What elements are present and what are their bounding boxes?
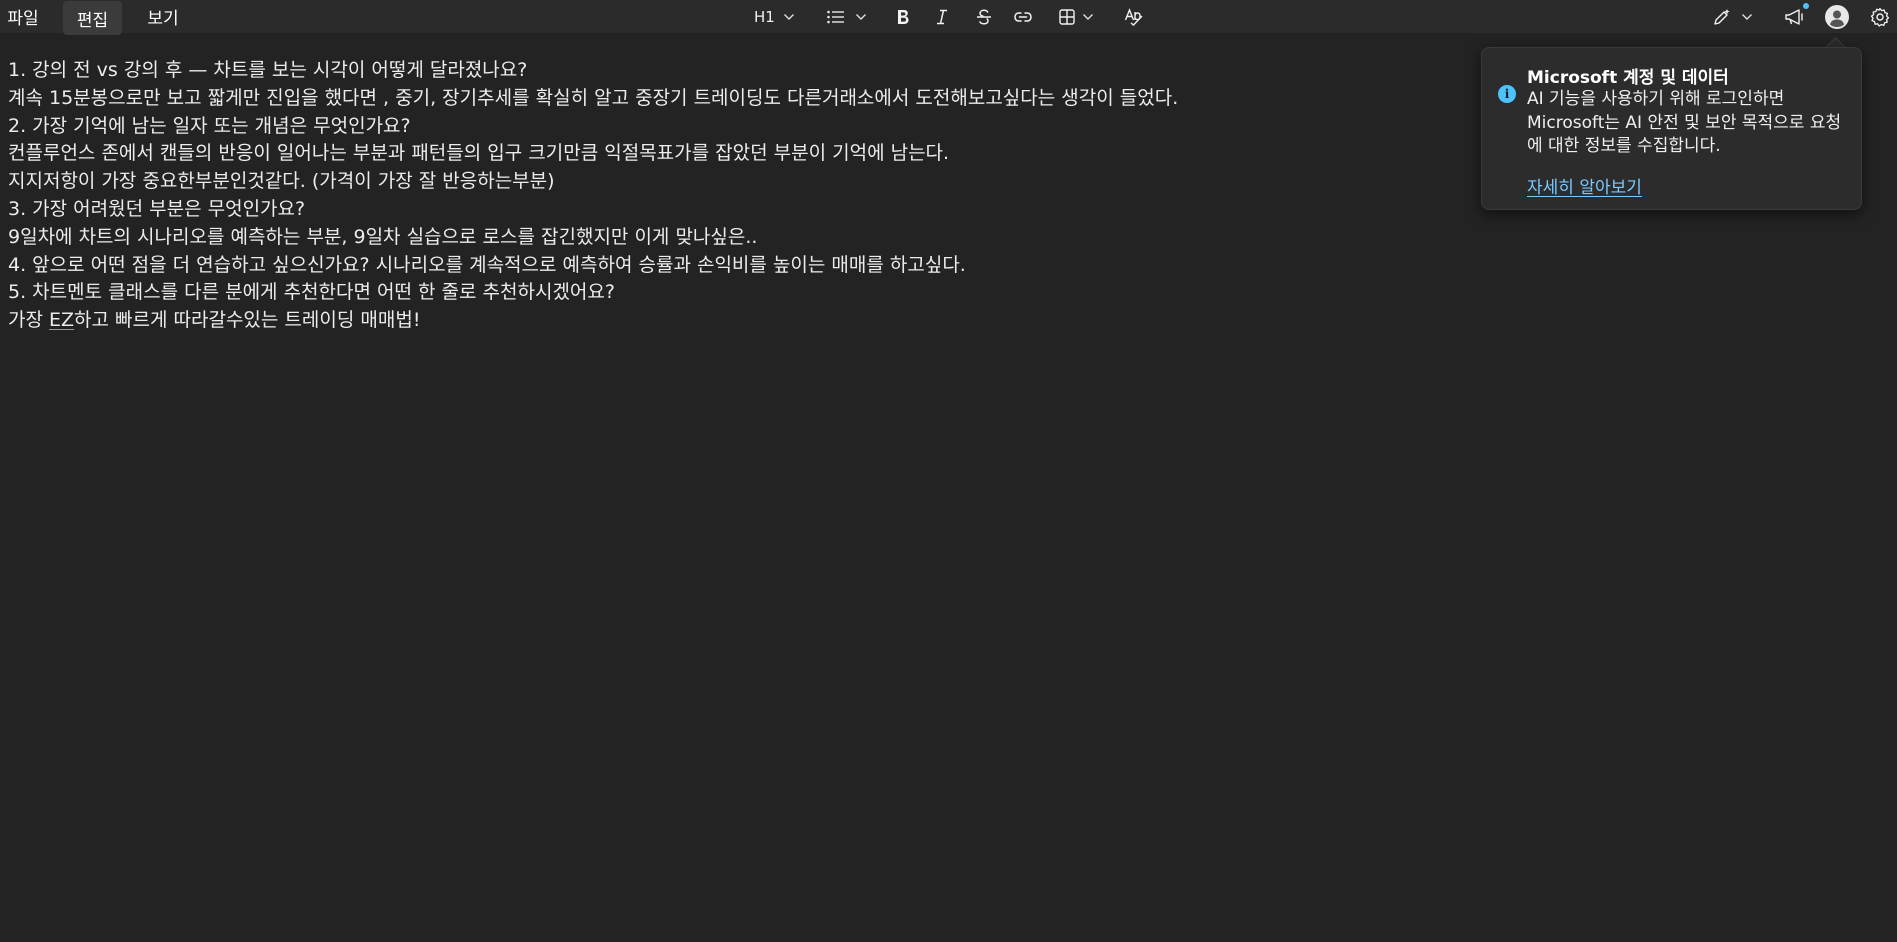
popup-body: AI 기능을 사용하기 위해 로그인하면 Microsoft는 AI 안전 및 … bbox=[1527, 89, 1842, 156]
link-button[interactable] bbox=[1013, 0, 1033, 33]
list-dropdown[interactable] bbox=[826, 0, 868, 33]
info-icon: i bbox=[1498, 85, 1516, 103]
strikethrough-button[interactable] bbox=[975, 0, 993, 33]
strikethrough-icon bbox=[977, 9, 991, 25]
account-button[interactable] bbox=[1825, 0, 1849, 33]
last-line-suffix: 하고 빠르게 따라갈수있는 트레이딩 매매법! bbox=[74, 309, 421, 332]
menu-view[interactable]: 보기 bbox=[137, 0, 189, 33]
document-line: 지지저항이 가장 중요한부분인것같다. (가격이 가장 잘 반응하는부분) bbox=[8, 170, 555, 193]
chevron-down-icon bbox=[783, 13, 794, 20]
document-line: 9일차에 차트의 시나리오를 예측하는 부분, 9일차 실습으로 로스를 잡긴했… bbox=[8, 225, 758, 248]
notification-dot bbox=[1803, 3, 1809, 9]
document-line: 5. 차트멘토 클래스를 다른 분에게 추천한다면 어떤 한 줄로 추천하시겠어… bbox=[8, 281, 615, 304]
document-line-last: 가장 EZ하고 빠르게 따라갈수있는 트레이딩 매매법! bbox=[8, 307, 1448, 335]
italic-icon bbox=[937, 9, 947, 24]
chevron-down-icon bbox=[1742, 13, 1752, 20]
last-line-prefix: 가장 bbox=[8, 309, 49, 332]
account-avatar-icon bbox=[1825, 4, 1849, 29]
settings-icon bbox=[1870, 7, 1890, 27]
list-icon bbox=[827, 10, 844, 23]
copilot-rewrite-dropdown[interactable] bbox=[1712, 0, 1754, 33]
document-line: 3. 가장 어려웠던 부분은 무엇인가요? bbox=[8, 197, 306, 220]
heading-dropdown[interactable]: H1 bbox=[754, 0, 795, 33]
italic-button[interactable] bbox=[934, 0, 950, 33]
document-line: 2. 가장 기억에 남는 일자 또는 개념은 무엇인가요? bbox=[8, 114, 411, 137]
popup-title: Microsoft 계정 및 데이터 bbox=[1527, 68, 1729, 88]
document-line: 4. 앞으로 어떤 점을 더 연습하고 싶으신가요? 시나리오를 계속적으로 예… bbox=[8, 253, 966, 276]
table-icon bbox=[1059, 8, 1075, 25]
bold-button[interactable] bbox=[895, 0, 911, 33]
document-line: 1. 강의 전 vs 강의 후 — 차트를 보는 시각이 어떻게 달라졌나요? bbox=[8, 59, 528, 81]
spellcheck-icon bbox=[1124, 7, 1143, 26]
account-data-popup: i Microsoft 계정 및 데이터 AI 기능을 사용하기 위해 로그인하… bbox=[1481, 47, 1862, 210]
announcement-icon bbox=[1785, 8, 1803, 25]
heading-label: H1 bbox=[754, 7, 775, 26]
learn-more-link[interactable]: 자세히 알아보기 bbox=[1527, 173, 1642, 198]
menu-edit[interactable]: 편집 bbox=[63, 1, 122, 35]
chevron-down-icon bbox=[856, 13, 866, 20]
spellcheck-button[interactable] bbox=[1124, 0, 1144, 33]
toolbar: 파일 편집 보기 H1 bbox=[0, 0, 1897, 35]
document-line: 컨플루언스 존에서 캔들의 반응이 일어나는 부분과 패턴들의 입구 크기만큼 … bbox=[8, 142, 950, 165]
notepad-window: 파일 편집 보기 H1 1. 강의 전 vs 강의 후 — 차트를 보는 시각이… bbox=[0, 0, 1897, 942]
document-line: 계속 15분봉으로만 보고 짧게만 진입을 했다면 , 중기, 장기추세를 확실… bbox=[8, 86, 1179, 109]
table-dropdown[interactable] bbox=[1058, 0, 1095, 33]
link-icon bbox=[1014, 11, 1032, 22]
settings-button[interactable] bbox=[1870, 0, 1890, 33]
menu-file[interactable]: 파일 bbox=[0, 0, 46, 33]
document-editor[interactable]: 1. 강의 전 vs 강의 후 — 차트를 보는 시각이 어떻게 달라졌나요? … bbox=[8, 57, 1448, 335]
bold-icon bbox=[898, 9, 909, 24]
spelling-flagged-word[interactable]: EZ bbox=[49, 309, 74, 331]
chevron-down-icon bbox=[1083, 13, 1093, 20]
copilot-pen-icon bbox=[1714, 8, 1730, 25]
